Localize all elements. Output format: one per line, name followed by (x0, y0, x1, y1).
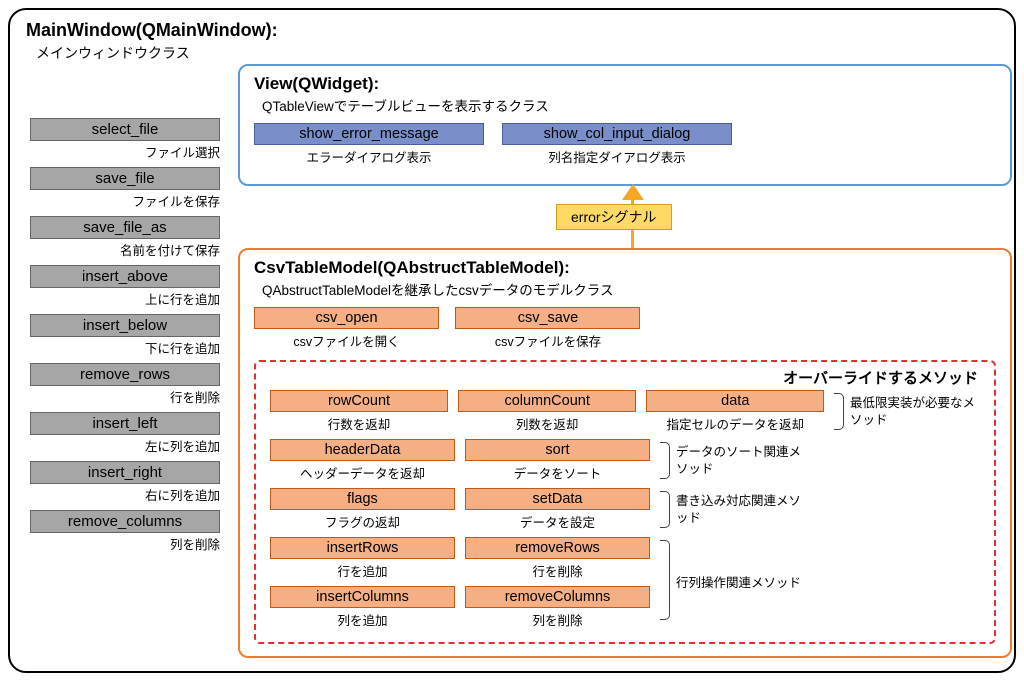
method-desc: 右に列を追加 (30, 485, 220, 504)
method-desc: 列数を返却 (458, 414, 636, 433)
method-insert-right: insert_right (30, 461, 220, 484)
method-desc: 名前を付けて保存 (30, 240, 220, 259)
method-desc: 行を追加 (270, 561, 455, 580)
method-desc: データをソート (465, 463, 650, 482)
override-title: オーバーライドするメソッド (783, 367, 978, 388)
model-title: CsvTableModel(QAbstructTableModel): (254, 258, 996, 278)
bracket-icon (834, 393, 844, 430)
main-subtitle: メインウィンドウクラス (36, 43, 998, 63)
method-save-file: save_file (30, 167, 220, 190)
arrow-head-icon (622, 184, 644, 200)
method-sort: sort (465, 439, 650, 461)
method-desc: ヘッダーデータを返却 (270, 463, 455, 482)
method-desc: ファイルを保存 (30, 191, 220, 210)
method-columncount: columnCount (458, 390, 636, 412)
method-show-col-input-dialog: show_col_input_dialog (502, 123, 732, 145)
model-subtitle: QAbstructTableModelを継承したcsvデータのモデルクラス (262, 279, 996, 299)
group-desc-min: 最低限実装が必要なメソッド (850, 395, 980, 428)
sidebar-methods: select_fileファイル選択 save_fileファイルを保存 save_… (30, 118, 220, 559)
main-window-box: MainWindow(QMainWindow): メインウィンドウクラス sel… (8, 8, 1016, 673)
method-desc: 上に行を追加 (30, 289, 220, 308)
view-title: View(QWidget): (254, 74, 996, 94)
method-data: data (646, 390, 824, 412)
method-desc: 列を削除 (465, 610, 650, 629)
method-desc: 行を削除 (30, 387, 220, 406)
method-desc: ファイル選択 (30, 142, 220, 161)
method-desc: エラーダイアログ表示 (254, 147, 484, 166)
method-desc: 行を削除 (465, 561, 650, 580)
method-insertcolumns: insertColumns (270, 586, 455, 608)
method-desc: 列を追加 (270, 610, 455, 629)
method-insertrows: insertRows (270, 537, 455, 559)
method-desc: 指定セルのデータを返却 (646, 414, 824, 433)
group-desc-sort: データのソート関連メソッド (676, 444, 806, 477)
method-rowcount: rowCount (270, 390, 448, 412)
method-desc: 列を削除 (30, 534, 220, 553)
method-removecolumns: removeColumns (465, 586, 650, 608)
view-box: View(QWidget): QTableViewでテーブルビューを表示するクラ… (238, 64, 1012, 186)
view-subtitle: QTableViewでテーブルビューを表示するクラス (262, 95, 996, 115)
method-desc: csvファイルを開く (254, 331, 439, 350)
method-desc: 左に列を追加 (30, 436, 220, 455)
method-setdata: setData (465, 488, 650, 510)
method-save-file-as: save_file_as (30, 216, 220, 239)
method-desc: データを設定 (465, 512, 650, 531)
method-show-error-message: show_error_message (254, 123, 484, 145)
method-headerdata: headerData (270, 439, 455, 461)
bracket-icon (660, 491, 670, 528)
method-remove-columns: remove_columns (30, 510, 220, 533)
method-select-file: select_file (30, 118, 220, 141)
method-removerows: removeRows (465, 537, 650, 559)
method-desc: 行数を返却 (270, 414, 448, 433)
right-column: View(QWidget): QTableViewでテーブルビューを表示するクラ… (238, 64, 1012, 658)
method-insert-left: insert_left (30, 412, 220, 435)
method-csv-open: csv_open (254, 307, 439, 329)
main-title: MainWindow(QMainWindow): (26, 20, 998, 41)
bracket-icon (660, 540, 670, 620)
method-desc: csvファイルを保存 (455, 331, 640, 350)
group-desc-rowcol: 行列操作関連メソッド (676, 575, 801, 591)
method-desc: フラグの返却 (270, 512, 455, 531)
method-insert-above: insert_above (30, 265, 220, 288)
method-csv-save: csv_save (455, 307, 640, 329)
method-insert-below: insert_below (30, 314, 220, 337)
group-desc-write: 書き込み対応関連メソッド (676, 493, 806, 526)
method-desc: 列名指定ダイアログ表示 (502, 147, 732, 166)
method-remove-rows: remove_rows (30, 363, 220, 386)
override-box: オーバーライドするメソッド rowCount 行数を返却 columnCount 列… (254, 360, 996, 644)
model-box: CsvTableModel(QAbstructTableModel): QAbs… (238, 248, 1012, 658)
signal-label: errorシグナル (556, 204, 672, 230)
method-desc: 下に行を追加 (30, 338, 220, 357)
bracket-icon (660, 442, 670, 479)
method-flags: flags (270, 488, 455, 510)
signal-arrow: errorシグナル (238, 186, 1012, 248)
